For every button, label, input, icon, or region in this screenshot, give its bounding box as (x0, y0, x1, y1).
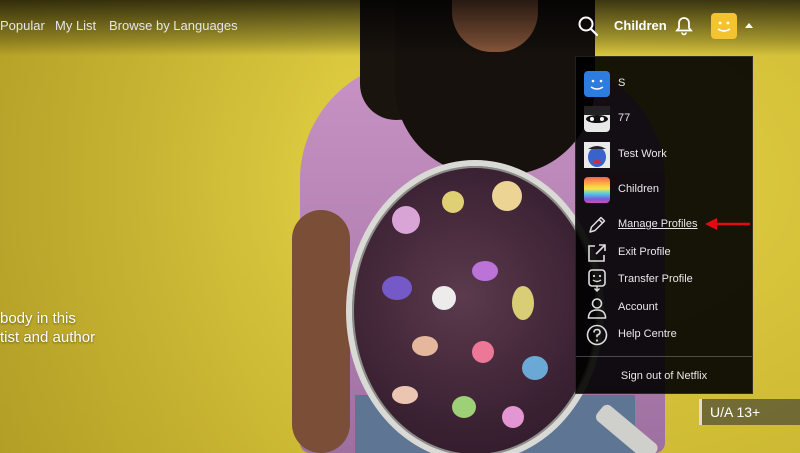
account-label: Account (618, 301, 658, 313)
kids-rainbow-avatar-icon (584, 177, 610, 203)
pencil-icon (584, 212, 610, 238)
profile-item-s[interactable]: S (584, 71, 746, 99)
profile-name: 77 (618, 112, 631, 124)
person-icon (584, 295, 610, 321)
magnifying-glass-image (346, 160, 604, 453)
hero-shade (0, 0, 340, 453)
blue-smiley-avatar-icon (584, 71, 610, 97)
profile-item-children[interactable]: Children (584, 177, 746, 205)
account-button[interactable]: Account (584, 295, 746, 323)
dropdown-divider (576, 356, 752, 357)
magnifier-lens (346, 160, 604, 453)
help-icon (584, 322, 610, 348)
help-centre-button[interactable]: Help Centre (584, 322, 746, 350)
exit-icon (584, 240, 610, 266)
transfer-profile-button[interactable]: Transfer Profile (584, 267, 746, 295)
help-centre-label: Help Centre (618, 328, 677, 340)
nav-link-my-list[interactable]: My List (55, 18, 96, 33)
nav-link-popular[interactable]: Popular (0, 18, 45, 33)
nav-link-browse-by-languages[interactable]: Browse by Languages (109, 18, 238, 33)
profile-name: S (618, 77, 626, 89)
red-arrow-icon (705, 218, 750, 230)
profile-name: Children (618, 183, 659, 195)
hero-synopsis: body in this tist and author (0, 309, 95, 347)
caret-up-icon[interactable] (745, 23, 753, 28)
maturity-rating-badge: U/A 13+ (699, 399, 800, 425)
blue-cartoon-avatar-icon (584, 142, 610, 168)
manage-profiles-label: Manage Profiles (618, 218, 698, 230)
transfer-icon (584, 267, 610, 293)
profile-item-77[interactable]: 77 (584, 106, 746, 134)
hero-synopsis-line-1: body in this (0, 310, 76, 327)
profile-avatar-button[interactable] (711, 13, 737, 39)
kids-profile-link[interactable]: Children (614, 18, 667, 33)
search-icon[interactable] (577, 15, 599, 37)
hero-synopsis-line-2: tist and author (0, 329, 96, 346)
sign-out-button[interactable]: Sign out of Netflix (576, 370, 752, 382)
hero-person-arm (292, 210, 350, 453)
masked-face-avatar-icon (584, 106, 610, 132)
exit-profile-label: Exit Profile (618, 246, 671, 258)
transfer-profile-label: Transfer Profile (618, 273, 693, 285)
profile-item-test-work[interactable]: Test Work (584, 142, 746, 170)
profile-name: Test Work (618, 148, 667, 160)
exit-profile-button[interactable]: Exit Profile (584, 240, 746, 268)
bell-icon[interactable] (674, 16, 694, 36)
top-nav-bar: Popular My List Browse by Languages Chil… (0, 0, 800, 56)
